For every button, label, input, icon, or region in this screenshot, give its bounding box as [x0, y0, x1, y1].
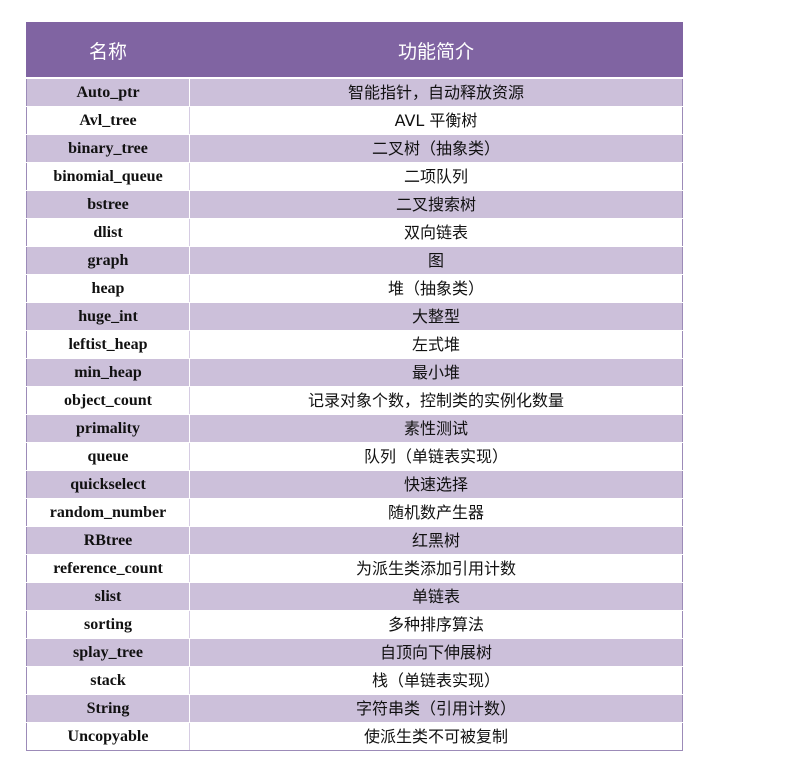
table-row: Uncopyable 使派生类不可被复制 [26, 722, 683, 751]
module-description-cell: 素性测试 [189, 414, 683, 443]
table-row: heap 堆（抽象类） [26, 274, 683, 303]
module-name-cell: binomial_queue [26, 162, 190, 191]
module-table: 名称 功能简介 Auto_ptr 智能指针，自动释放资源 Avl_tree AVL 平… [26, 22, 683, 751]
module-description-cell: AVL 平衡树 [189, 106, 683, 135]
module-description-cell: 使派生类不可被复制 [189, 722, 683, 751]
module-name-cell: sorting [26, 610, 190, 639]
table-row: queue 队列（单链表实现） [26, 442, 683, 471]
table-row: dlist 双向链表 [26, 218, 683, 247]
table-row: Avl_tree AVL 平衡树 [26, 106, 683, 135]
module-description-cell: 最小堆 [189, 358, 683, 387]
module-name-cell: graph [26, 246, 190, 275]
module-table-container: 名称 功能简介 Auto_ptr 智能指针，自动释放资源 Avl_tree AVL 平… [26, 22, 683, 751]
module-name-cell: primality [26, 414, 190, 443]
module-name-cell: leftist_heap [26, 330, 190, 359]
module-name-cell: Auto_ptr [26, 77, 190, 107]
table-row: String 字符串类（引用计数） [26, 694, 683, 723]
module-name-cell: stack [26, 666, 190, 695]
module-description-cell: 栈（单链表实现） [189, 666, 683, 695]
module-description-cell: 堆（抽象类） [189, 274, 683, 303]
module-name-cell: reference_count [26, 554, 190, 583]
module-name-cell: RBtree [26, 526, 190, 555]
table-row: reference_count 为派生类添加引用计数 [26, 554, 683, 583]
table-row: sorting 多种排序算法 [26, 610, 683, 639]
module-name-cell: binary_tree [26, 134, 190, 163]
module-name-cell: dlist [26, 218, 190, 247]
module-description-cell: 二项队列 [189, 162, 683, 191]
module-description-cell: 单链表 [189, 582, 683, 611]
module-name-cell: random_number [26, 498, 190, 527]
table-row: quickselect 快速选择 [26, 470, 683, 499]
module-description-cell: 图 [189, 246, 683, 275]
module-description-cell: 快速选择 [189, 470, 683, 499]
table-row: graph 图 [26, 246, 683, 275]
table-header: 名称 功能简介 [26, 22, 683, 79]
module-description-cell: 多种排序算法 [189, 610, 683, 639]
module-name-cell: Avl_tree [26, 106, 190, 135]
module-name-cell: min_heap [26, 358, 190, 387]
module-description-cell: 红黑树 [189, 526, 683, 555]
module-description-cell: 智能指针，自动释放资源 [189, 77, 683, 107]
table-row: object_count 记录对象个数，控制类的实例化数量 [26, 386, 683, 415]
module-description-cell: 字符串类（引用计数） [189, 694, 683, 723]
table-row: Auto_ptr 智能指针，自动释放资源 [26, 77, 683, 107]
header-name: 名称 [26, 22, 190, 79]
table-row: leftist_heap 左式堆 [26, 330, 683, 359]
module-description-cell: 为派生类添加引用计数 [189, 554, 683, 583]
module-description-cell: 二叉搜索树 [189, 190, 683, 219]
header-row: 名称 功能简介 [26, 22, 683, 79]
table-row: RBtree 红黑树 [26, 526, 683, 555]
module-description-cell: 双向链表 [189, 218, 683, 247]
table-row: slist 单链表 [26, 582, 683, 611]
table-row: random_number 随机数产生器 [26, 498, 683, 527]
module-name-cell: Uncopyable [26, 722, 190, 751]
module-description-cell: 二叉树（抽象类） [189, 134, 683, 163]
module-name-cell: heap [26, 274, 190, 303]
module-name-cell: bstree [26, 190, 190, 219]
table-row: stack 栈（单链表实现） [26, 666, 683, 695]
module-description-cell: 大整型 [189, 302, 683, 331]
table-row: primality 素性测试 [26, 414, 683, 443]
module-description-cell: 自顶向下伸展树 [189, 638, 683, 667]
table-body: Auto_ptr 智能指针，自动释放资源 Avl_tree AVL 平衡树 binary… [26, 77, 683, 751]
module-name-cell: huge_int [26, 302, 190, 331]
module-description-cell: 记录对象个数，控制类的实例化数量 [189, 386, 683, 415]
module-description-cell: 随机数产生器 [189, 498, 683, 527]
table-row: binary_tree 二叉树（抽象类） [26, 134, 683, 163]
table-row: splay_tree 自顶向下伸展树 [26, 638, 683, 667]
module-name-cell: object_count [26, 386, 190, 415]
header-description: 功能简介 [189, 22, 683, 79]
module-description-cell: 左式堆 [189, 330, 683, 359]
module-name-cell: String [26, 694, 190, 723]
module-name-cell: queue [26, 442, 190, 471]
table-row: binomial_queue 二项队列 [26, 162, 683, 191]
table-row: min_heap 最小堆 [26, 358, 683, 387]
module-description-cell: 队列（单链表实现） [189, 442, 683, 471]
table-row: huge_int 大整型 [26, 302, 683, 331]
table-row: bstree 二叉搜索树 [26, 190, 683, 219]
module-name-cell: quickselect [26, 470, 190, 499]
module-name-cell: splay_tree [26, 638, 190, 667]
module-name-cell: slist [26, 582, 190, 611]
